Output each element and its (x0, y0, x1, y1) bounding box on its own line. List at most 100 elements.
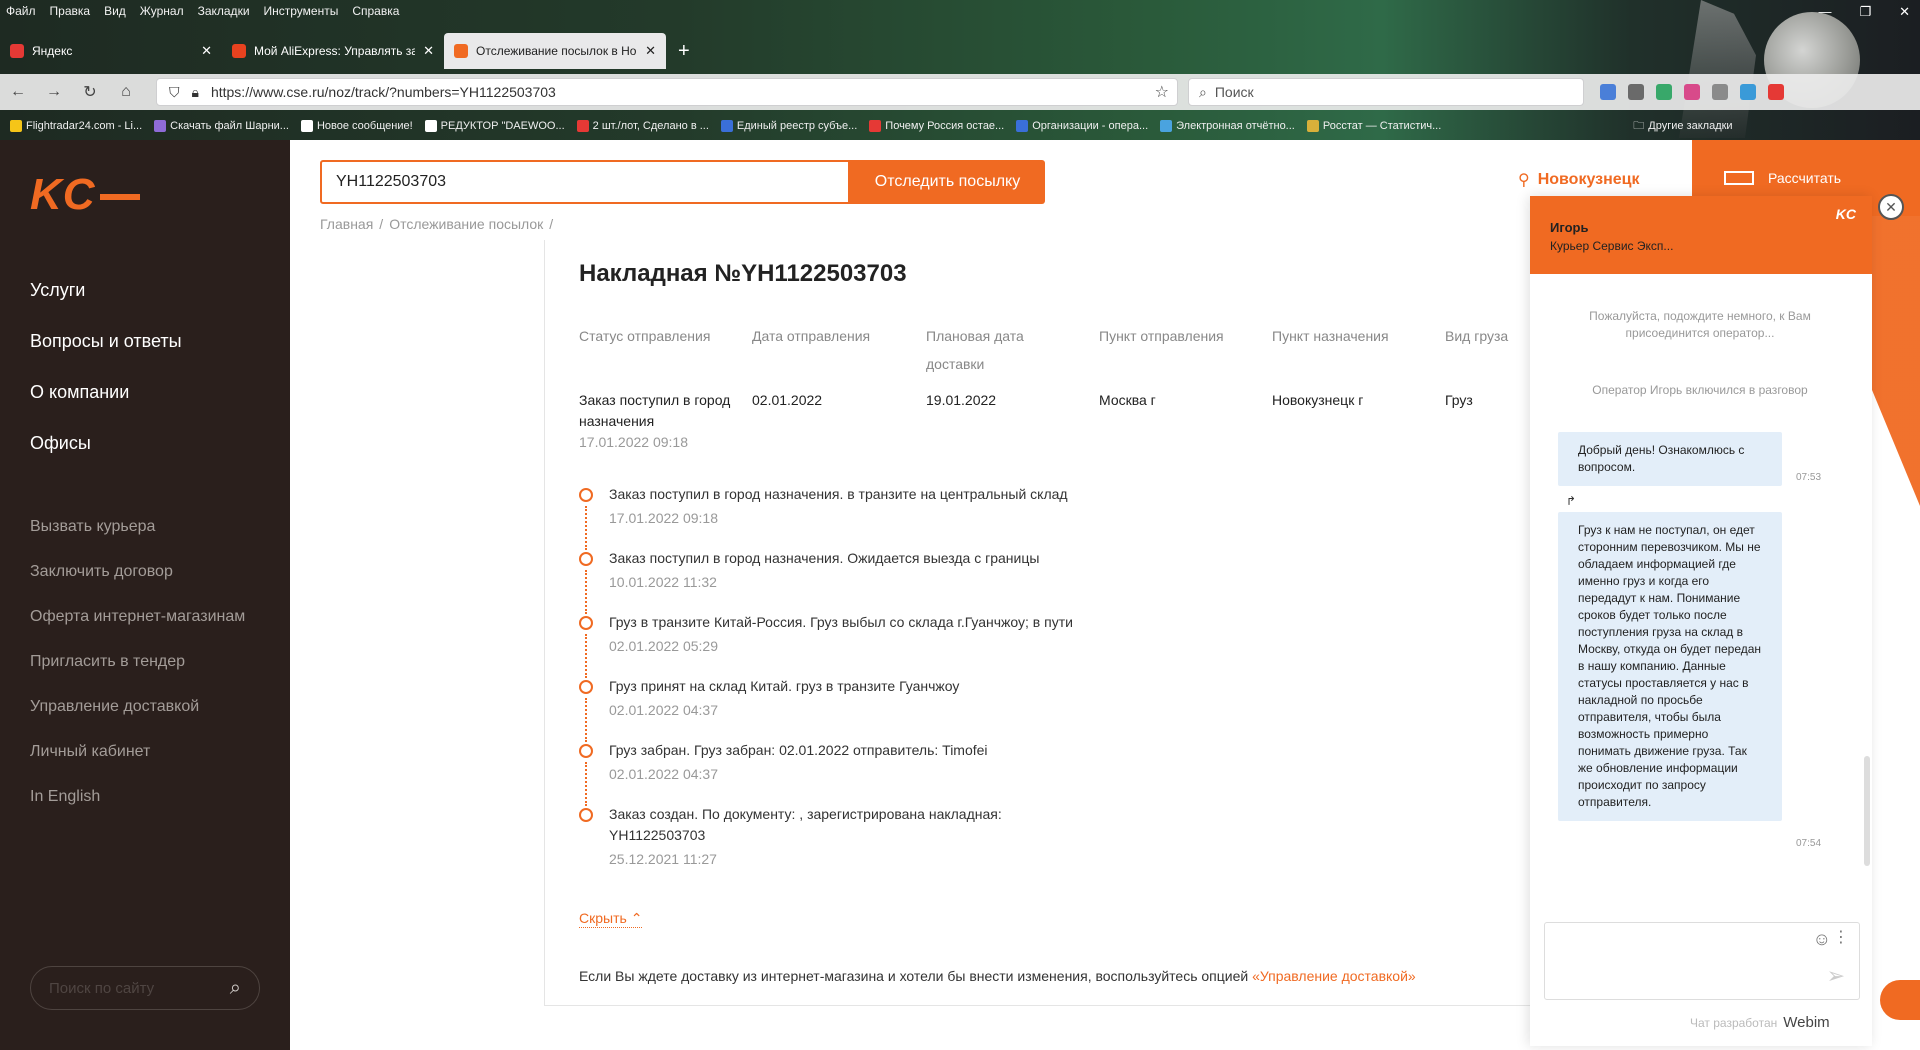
delivery-management-link[interactable]: «Управление доставкой» (1252, 968, 1416, 984)
emoji-icon[interactable]: ☺ (1813, 929, 1831, 950)
tab-close-icon[interactable]: ✕ (645, 43, 656, 59)
site-search-input[interactable] (49, 979, 219, 997)
menu-bookmarks[interactable]: Закладки (198, 4, 250, 18)
cse-logo[interactable]: KC (30, 170, 140, 220)
message-time: 07:54 (1796, 838, 1822, 849)
status-value: Заказ поступил в город назначения 17.01.… (579, 390, 749, 453)
waybill-title: Накладная №YH1122503703 (579, 260, 907, 287)
tab-tracking[interactable]: Отслеживание посылок в Но ✕ (444, 33, 666, 69)
search-icon: ⌕ (1199, 83, 1207, 100)
browser-search[interactable]: ⌕ Поиск (1188, 78, 1584, 106)
extension-icon[interactable] (1656, 84, 1672, 100)
url-text: https://www.cse.ru/noz/track/?numbers=YH… (210, 84, 556, 100)
breadcrumb-tracking[interactable]: Отслеживание посылок (389, 216, 543, 232)
reload-icon[interactable]: ↻ (72, 82, 108, 102)
city-name: Новокузнецк (1537, 171, 1640, 188)
tracking-number-input[interactable] (320, 160, 850, 204)
nav-offer[interactable]: Оферта интернет-магазинам (30, 608, 245, 626)
other-bookmarks[interactable]: 🗀︎ Другие закладки (1633, 117, 1732, 136)
forward-icon[interactable]: → (36, 83, 72, 101)
bookmark-item[interactable]: Росстат — Статистич... (1306, 120, 1441, 132)
yandex-favicon-icon (10, 44, 24, 58)
restore-icon[interactable]: ❐ (1859, 4, 1871, 20)
new-tab-icon[interactable]: + (678, 40, 690, 63)
nav-faq[interactable]: Вопросы и ответы (30, 331, 182, 352)
city-selector[interactable]: ⚲ Новокузнецк (1518, 170, 1640, 190)
bookmark-item[interactable]: Новое сообщение! (300, 120, 413, 132)
tab-aliexpress[interactable]: Мой AliExpress: Управлять зак ✕ (222, 34, 444, 68)
menu-help[interactable]: Справка (352, 4, 399, 18)
chat-toggle-tab[interactable] (1880, 980, 1920, 1020)
lock-icon[interactable]: 🔒︎ (192, 84, 199, 101)
extension-icon[interactable] (1740, 84, 1756, 100)
breadcrumb-home[interactable]: Главная (320, 216, 373, 232)
nav-call-courier[interactable]: Вызвать курьера (30, 518, 245, 536)
nav-english[interactable]: In English (30, 788, 245, 806)
tab-close-icon[interactable]: ✕ (423, 43, 434, 59)
close-window-icon[interactable]: ✕ (1899, 4, 1910, 20)
timeline-dot-icon (579, 744, 593, 758)
bookmark-favicon-icon (10, 120, 22, 132)
nav-offices[interactable]: Офисы (30, 433, 182, 454)
menu-history[interactable]: Журнал (140, 4, 184, 18)
nav-account[interactable]: Личный кабинет (30, 743, 245, 761)
home-icon[interactable]: ⌂ (108, 83, 144, 101)
breadcrumb-separator: / (549, 216, 554, 232)
site-search: ⌕ (30, 966, 260, 1010)
menu-view[interactable]: Вид (104, 4, 126, 18)
extension-icon[interactable] (1628, 84, 1644, 100)
bookmark-item[interactable]: РЕДУКТОР "DAEWOO... (424, 120, 565, 132)
more-vertical-icon[interactable]: ⋮ (1833, 927, 1849, 947)
nav-about[interactable]: О компании (30, 382, 182, 403)
timeline-line (585, 762, 587, 806)
bookmark-item[interactable]: Электронная отчётно... (1160, 120, 1295, 132)
nav-tender[interactable]: Пригласить в тендер (30, 653, 245, 671)
minimize-icon[interactable]: — (1818, 4, 1831, 20)
webim-logo[interactable]: Webim (1783, 1014, 1829, 1031)
extension-icon[interactable] (1712, 84, 1728, 100)
bookmark-star-icon[interactable]: ☆ (1155, 82, 1169, 102)
shield-icon[interactable]: ⛉ (169, 84, 180, 101)
bookmark-item[interactable]: Почему Россия остае... (869, 120, 1004, 132)
cse-favicon-icon (454, 44, 468, 58)
tab-yandex[interactable]: Яндекс ✕ (0, 34, 222, 68)
delivery-management-note: Если Вы ждете доставку из интернет-магаз… (579, 968, 1416, 984)
nav-services[interactable]: Услуги (30, 280, 182, 301)
extension-icon[interactable] (1600, 84, 1616, 100)
bookmark-favicon-icon (1306, 120, 1319, 132)
bookmark-item[interactable]: 2 шт./лот, Сделано в ... (576, 120, 709, 132)
bookmark-item[interactable]: Единый реестр субъе... (720, 120, 857, 132)
track-parcel-button[interactable]: Отследить посылку (850, 160, 1045, 204)
chat-message-input[interactable] (1549, 927, 1799, 997)
search-placeholder: Поиск (1214, 84, 1254, 100)
hide-history-link[interactable]: Скрыть ⌃ (579, 910, 643, 928)
search-icon[interactable]: ⌕ (230, 977, 241, 1000)
origin-value: Москва г (1099, 392, 1156, 408)
nav-contract[interactable]: Заключить договор (30, 563, 245, 581)
column-header-planned-date: Плановая дата доставки (926, 328, 1024, 372)
nav-bar: ← → ↻ ⌂ ⛉ 🔒︎ https://www.cse.ru/noz/trac… (0, 74, 1920, 110)
history-text: Заказ поступил в город назначения. в тра… (609, 486, 1068, 502)
chat-close-icon[interactable]: ✕ (1878, 194, 1904, 220)
browser-chrome: Файл Правка Вид Журнал Закладки Инструме… (0, 0, 1920, 140)
tab-title: Мой AliExpress: Управлять зак (254, 44, 416, 58)
breadcrumb: Главная / Отслеживание посылок / (320, 216, 553, 232)
bookmark-item[interactable]: Организации - опера... (1016, 120, 1148, 132)
nav-delivery-management[interactable]: Управление доставкой (30, 698, 245, 716)
extension-icon[interactable] (1768, 84, 1784, 100)
back-icon[interactable]: ← (0, 83, 36, 101)
bookmark-item[interactable]: Flightradar24.com - Li... (10, 120, 142, 132)
menu-tools[interactable]: Инструменты (264, 4, 339, 18)
system-message: Оператор Игорь включился в разговор (1592, 383, 1808, 397)
tab-close-icon[interactable]: ✕ (201, 43, 212, 59)
chat-widget: Игорь Курьер Сервис Эксп... KC Пожалуйст… (1530, 196, 1872, 1046)
status-text: Заказ поступил в город назначения (579, 392, 731, 429)
chat-scrollbar[interactable] (1864, 756, 1870, 866)
menu-edit[interactable]: Правка (50, 4, 91, 18)
url-bar[interactable]: ⛉ 🔒︎ https://www.cse.ru/noz/track/?numbe… (156, 78, 1178, 106)
timeline-line (585, 698, 587, 742)
bookmark-item[interactable]: Скачать файл Шарни... (154, 120, 289, 132)
send-icon[interactable]: ➢ (1827, 963, 1845, 989)
extension-icon[interactable] (1684, 84, 1700, 100)
menu-file[interactable]: Файл (6, 4, 36, 18)
